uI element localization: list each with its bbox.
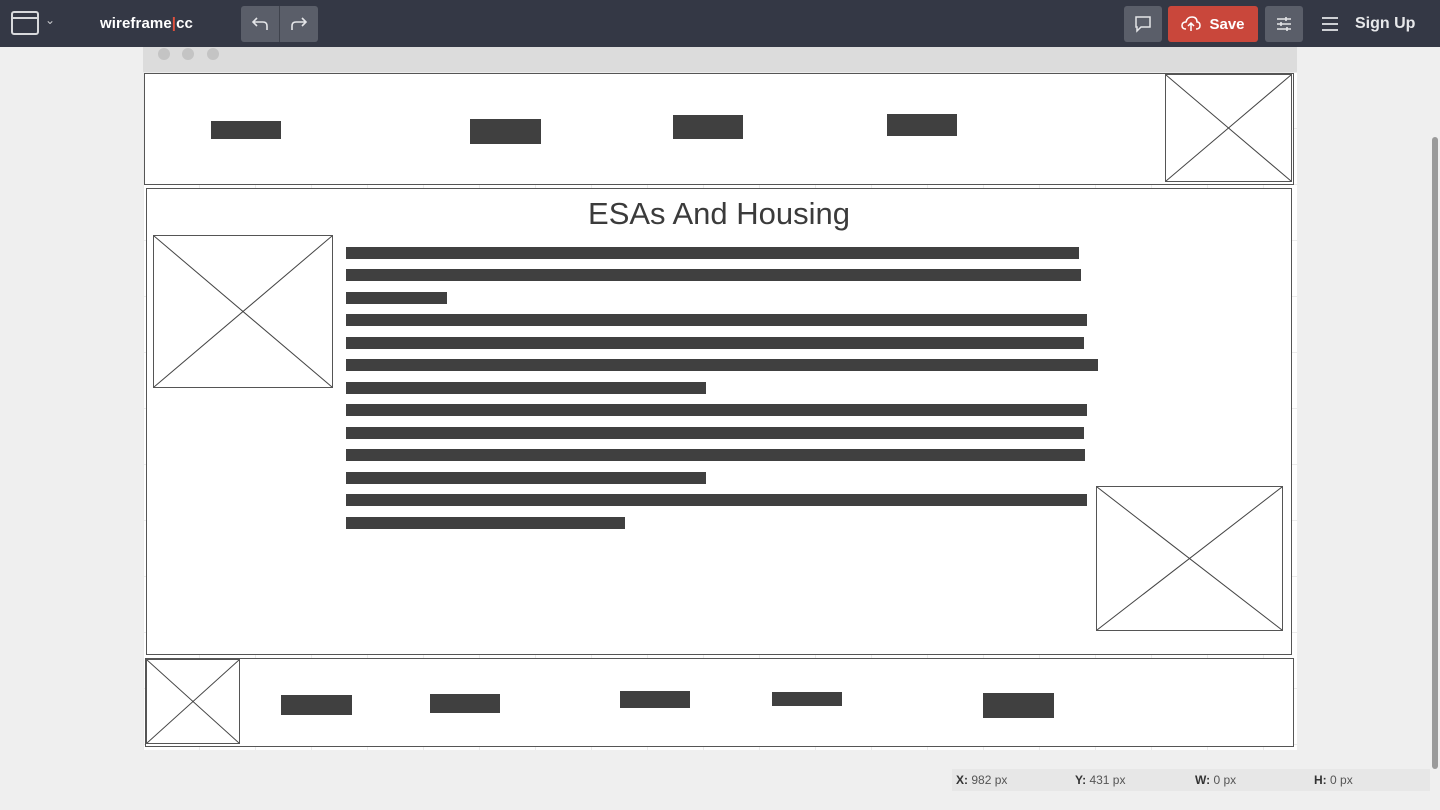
- save-button[interactable]: Save: [1168, 6, 1258, 42]
- nav-link-block[interactable]: [887, 114, 957, 136]
- window-dot: [158, 48, 170, 60]
- text-line-block[interactable]: [346, 359, 1098, 371]
- window-dot: [182, 48, 194, 60]
- text-line-block[interactable]: [346, 494, 1087, 506]
- text-line-block[interactable]: [346, 449, 1085, 461]
- hamburger-menu-icon: [1322, 17, 1338, 31]
- window-icon[interactable]: [11, 11, 39, 35]
- image-placeholder[interactable]: [1096, 486, 1283, 631]
- text-line-block[interactable]: [346, 382, 706, 394]
- footer-link-block[interactable]: [772, 692, 842, 706]
- nav-link-block[interactable]: [673, 115, 743, 139]
- window-dot: [207, 48, 219, 60]
- undo-icon: [251, 17, 268, 30]
- vertical-scrollbar[interactable]: [1432, 137, 1438, 769]
- cloud-upload-icon: [1181, 16, 1202, 31]
- text-line-block[interactable]: [346, 404, 1087, 416]
- settings-button[interactable]: [1265, 6, 1303, 42]
- undo-button[interactable]: [241, 6, 279, 42]
- footer-link-block[interactable]: [430, 694, 500, 713]
- chevron-down-icon[interactable]: ⌄: [45, 13, 55, 27]
- page-title[interactable]: ESAs And Housing: [146, 196, 1292, 232]
- menu-button[interactable]: [1318, 12, 1342, 36]
- footer-link-block[interactable]: [983, 693, 1054, 718]
- redo-button[interactable]: [279, 6, 317, 42]
- top-toolbar: ⌄ wireframe|cc Save Sign Up: [0, 0, 1440, 47]
- text-line-block[interactable]: [346, 337, 1084, 349]
- image-placeholder[interactable]: [1165, 74, 1292, 182]
- mock-browser-bar: [143, 47, 1297, 72]
- logo-text: wireframe: [100, 15, 172, 32]
- text-line-block[interactable]: [346, 517, 625, 529]
- footer-link-block[interactable]: [281, 695, 352, 715]
- sign-up-link[interactable]: Sign Up: [1355, 15, 1415, 33]
- comment-button[interactable]: [1124, 6, 1162, 42]
- text-line-block[interactable]: [346, 427, 1084, 439]
- save-label: Save: [1209, 15, 1245, 33]
- image-placeholder[interactable]: [146, 659, 240, 744]
- x-coordinate: X: 982 px: [956, 773, 1008, 787]
- footer-link-block[interactable]: [620, 691, 690, 708]
- width-readout: W: 0 px: [1195, 773, 1237, 787]
- status-bar: X: 982 px Y: 431 px W: 0 px H: 0 px: [952, 769, 1430, 791]
- logo-suffix: cc: [176, 15, 193, 32]
- y-coordinate: Y: 431 px: [1075, 773, 1126, 787]
- text-line-block[interactable]: [346, 269, 1081, 281]
- app-logo: wireframe|cc: [100, 15, 193, 32]
- text-line-block[interactable]: [346, 292, 447, 304]
- sliders-icon: [1277, 17, 1291, 31]
- nav-link-block[interactable]: [470, 119, 541, 144]
- nav-link-block[interactable]: [211, 121, 281, 139]
- comment-icon: [1135, 16, 1151, 33]
- text-line-block[interactable]: [346, 314, 1087, 326]
- undo-redo-group: [241, 6, 318, 42]
- text-line-block[interactable]: [346, 472, 706, 484]
- height-readout: H: 0 px: [1314, 773, 1353, 787]
- redo-icon: [290, 17, 307, 30]
- image-placeholder[interactable]: [153, 235, 333, 388]
- text-line-block[interactable]: [346, 247, 1079, 259]
